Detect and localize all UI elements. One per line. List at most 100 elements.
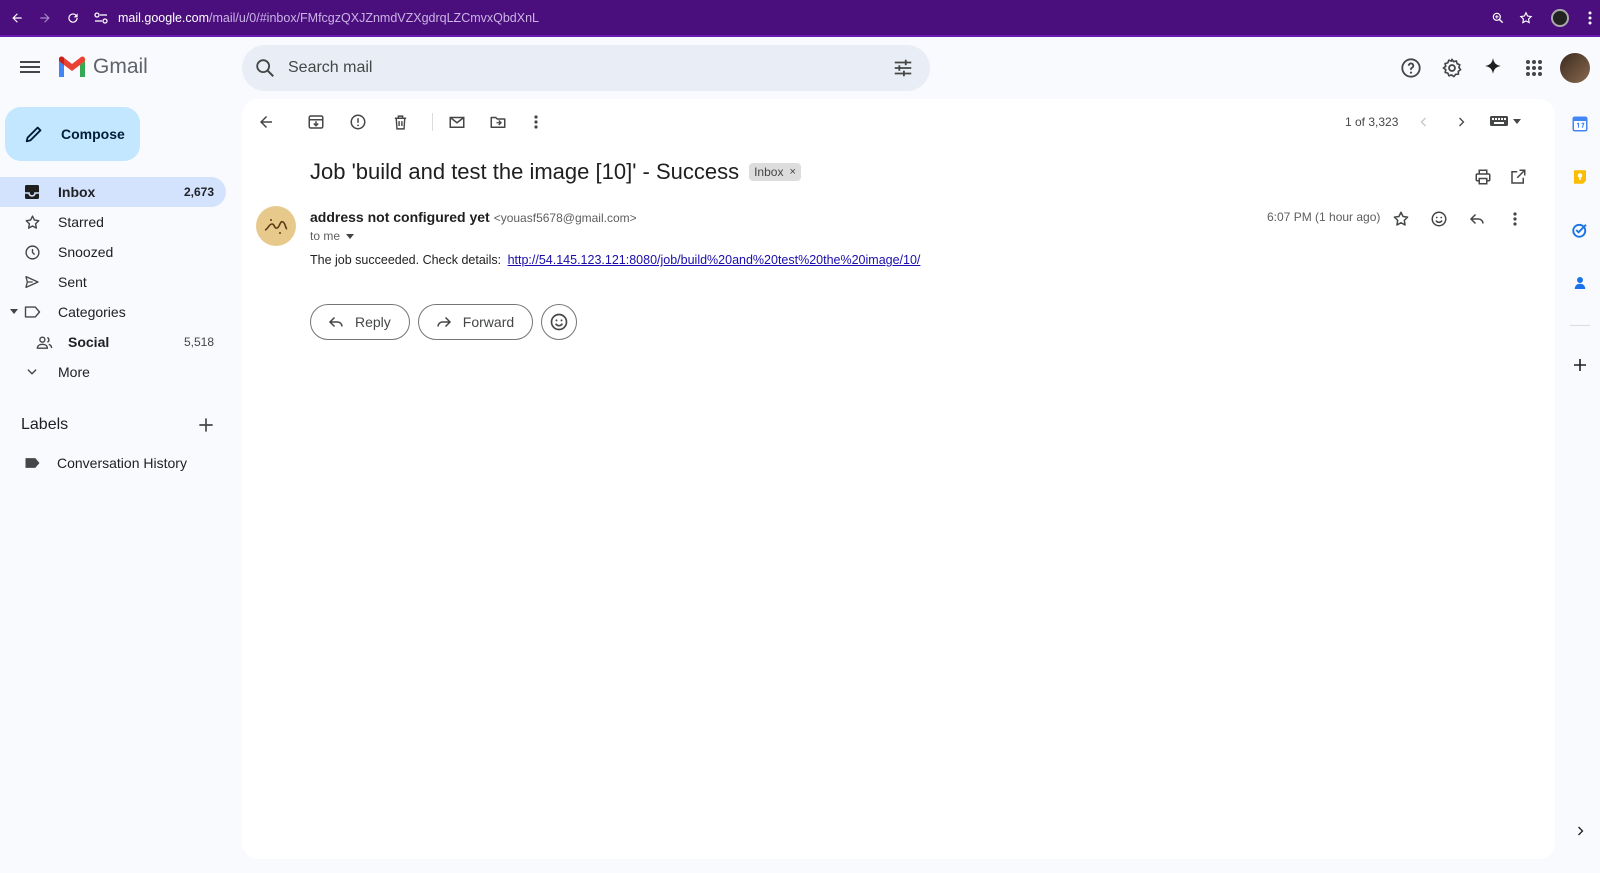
get-addons-plus-icon[interactable] bbox=[1568, 353, 1592, 377]
sidebar-item-more[interactable]: More bbox=[0, 357, 226, 387]
message-more-icon[interactable] bbox=[1496, 205, 1534, 233]
url-host: mail.google.com bbox=[118, 10, 210, 25]
create-label-icon[interactable] bbox=[196, 415, 216, 435]
add-reaction-icon[interactable] bbox=[1420, 205, 1458, 233]
compose-button[interactable]: Compose bbox=[5, 107, 140, 161]
sidebar-item-label: Sent bbox=[58, 274, 87, 290]
forward-arrow-icon[interactable] bbox=[34, 7, 56, 29]
sender-avatar[interactable] bbox=[256, 206, 296, 246]
pagination-text: 1 of 3,323 bbox=[1345, 115, 1399, 129]
sidebar-item-label: Social bbox=[68, 334, 110, 350]
delete-trash-icon[interactable] bbox=[388, 110, 412, 134]
clock-icon bbox=[22, 242, 42, 262]
sender-line: address not configured yet <youasf5678@g… bbox=[310, 209, 637, 225]
remove-label-icon[interactable]: × bbox=[789, 166, 795, 178]
smiley-icon bbox=[550, 313, 568, 331]
sidebar-item-categories[interactable]: Categories bbox=[0, 297, 226, 327]
expand-caret-icon[interactable] bbox=[10, 309, 18, 314]
side-panel bbox=[1560, 99, 1600, 873]
search-bar[interactable] bbox=[242, 45, 930, 91]
recipient-text: to me bbox=[310, 229, 341, 243]
settings-gear-icon[interactable] bbox=[1431, 48, 1472, 88]
recipient-details[interactable]: to me bbox=[310, 229, 355, 243]
star-icon[interactable] bbox=[1382, 205, 1420, 233]
back-arrow-icon[interactable] bbox=[6, 7, 28, 29]
forward-button[interactable]: Forward bbox=[417, 304, 534, 340]
recipient-dropdown-icon[interactable] bbox=[346, 233, 355, 239]
labels-header: Labels bbox=[21, 415, 226, 435]
older-chevron-icon[interactable] bbox=[1449, 110, 1473, 134]
reply-icon[interactable] bbox=[1458, 205, 1496, 233]
chip-text: Inbox bbox=[754, 165, 784, 179]
browser-menu-icon[interactable] bbox=[1580, 11, 1600, 25]
zoom-icon[interactable] bbox=[1484, 11, 1512, 25]
account-avatar[interactable] bbox=[1560, 53, 1590, 83]
main-menu-icon[interactable] bbox=[18, 58, 42, 78]
help-icon[interactable] bbox=[1390, 48, 1431, 88]
label-conversation-history[interactable]: Conversation History bbox=[0, 451, 226, 475]
subject-text: Job 'build and test the image [10]' - Su… bbox=[310, 159, 740, 184]
reply-arrow-icon bbox=[328, 316, 343, 328]
toolbar-divider bbox=[432, 113, 433, 131]
tasks-icon[interactable] bbox=[1568, 218, 1592, 242]
sidebar-item-label: Starred bbox=[58, 214, 104, 230]
sender-name[interactable]: address not configured yet bbox=[310, 209, 490, 225]
sidebar-item-starred[interactable]: Starred bbox=[0, 207, 226, 237]
pencil-icon bbox=[25, 126, 42, 143]
google-apps-icon[interactable] bbox=[1513, 48, 1554, 88]
sidebar-item-label: Inbox bbox=[58, 184, 96, 200]
mark-unread-icon[interactable] bbox=[445, 110, 469, 134]
message-body: The job succeeded. Check details: http:/… bbox=[310, 253, 920, 267]
reply-button[interactable]: Reply bbox=[310, 304, 410, 340]
people-icon bbox=[34, 332, 54, 352]
site-settings-icon[interactable] bbox=[94, 11, 108, 24]
inbox-label-chip[interactable]: Inbox × bbox=[749, 163, 801, 181]
browser-profile-avatar[interactable] bbox=[1540, 8, 1580, 27]
job-details-link[interactable]: http://54.145.123.121:8080/job/build%20a… bbox=[508, 253, 921, 267]
print-icon[interactable] bbox=[1471, 165, 1495, 189]
archive-icon[interactable] bbox=[304, 110, 328, 134]
search-icon[interactable] bbox=[254, 57, 276, 79]
reply-actions: Reply Forward bbox=[310, 304, 578, 340]
sidebar-item-social[interactable]: Social 5,518 bbox=[0, 327, 226, 357]
sidebar-nav: Inbox 2,673 Starred Snoozed Sent Categor… bbox=[0, 177, 226, 387]
browser-toolbar: mail.google.com/mail/u/0/#inbox/FMfcgzQX… bbox=[0, 0, 1600, 37]
search-input[interactable] bbox=[288, 59, 848, 77]
gmail-m-icon bbox=[59, 56, 85, 77]
message-toolbar: 1 of 3,323 bbox=[242, 99, 1555, 145]
sender-email: <youasf5678@gmail.com> bbox=[493, 211, 637, 225]
sidebar-item-label: More bbox=[58, 364, 90, 380]
search-options-icon[interactable] bbox=[892, 57, 914, 79]
gemini-sparkle-icon[interactable] bbox=[1472, 48, 1513, 88]
side-panel-divider bbox=[1570, 325, 1590, 326]
back-to-inbox-icon[interactable] bbox=[254, 110, 278, 134]
send-icon bbox=[22, 272, 42, 292]
sidebar-item-inbox[interactable]: Inbox 2,673 bbox=[0, 177, 226, 207]
bookmark-star-icon[interactable] bbox=[1512, 10, 1540, 25]
more-options-icon[interactable] bbox=[524, 110, 548, 134]
sidebar-item-snoozed[interactable]: Snoozed bbox=[0, 237, 226, 267]
emoji-reaction-button[interactable] bbox=[541, 304, 578, 340]
input-tools-keyboard-icon[interactable] bbox=[1490, 115, 1522, 127]
message-actions bbox=[1382, 205, 1534, 233]
reload-icon[interactable] bbox=[62, 7, 84, 29]
calendar-icon[interactable] bbox=[1568, 112, 1592, 136]
label-name: Conversation History bbox=[57, 455, 187, 471]
label-icon bbox=[22, 456, 42, 470]
sidebar-item-sent[interactable]: Sent bbox=[0, 267, 226, 297]
address-bar[interactable]: mail.google.com/mail/u/0/#inbox/FMfcgzQX… bbox=[94, 11, 539, 25]
compose-label: Compose bbox=[61, 126, 125, 142]
sidebar-item-label: Categories bbox=[58, 304, 126, 320]
keep-icon[interactable] bbox=[1568, 165, 1592, 189]
message-view: 1 of 3,323 Job 'build and test the image… bbox=[242, 99, 1555, 859]
gmail-logo[interactable]: Gmail bbox=[57, 55, 148, 79]
newer-chevron-icon[interactable] bbox=[1412, 110, 1436, 134]
move-to-folder-icon[interactable] bbox=[486, 110, 510, 134]
body-text: The job succeeded. Check details: bbox=[310, 253, 502, 267]
contacts-icon[interactable] bbox=[1568, 271, 1592, 295]
label-outline-icon bbox=[22, 302, 42, 322]
expand-panel-chevron-icon[interactable] bbox=[1568, 819, 1592, 843]
report-spam-icon[interactable] bbox=[346, 110, 370, 134]
email-subject: Job 'build and test the image [10]' - Su… bbox=[310, 159, 801, 185]
open-new-window-icon[interactable] bbox=[1506, 165, 1530, 189]
